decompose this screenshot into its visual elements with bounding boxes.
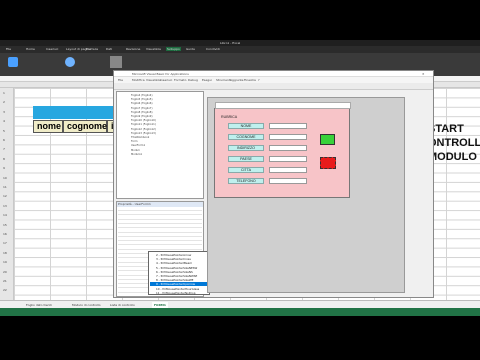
vba-title: Microsoft Visual Basic for Applications (132, 72, 189, 76)
ribbon-tab[interactable]: Dati (106, 47, 112, 51)
property-row-divider (118, 222, 202, 224)
label-nome: NOME (228, 123, 264, 129)
vba-menu-item[interactable]: ? (258, 78, 260, 82)
label-citta: CITTA (228, 167, 264, 173)
insert-controls-icon[interactable] (110, 56, 122, 68)
project-explorer[interactable]: Foglio4 (Foglio4) Foglio5 (Foglio5) Foglio… (116, 91, 204, 199)
textbox-telefono[interactable] (269, 178, 307, 184)
row-headers: 1 2 3 4 5 6 7 8 9 10 11 12 13 14 15 16 17 18 19 20 21 22 (0, 88, 14, 300)
vba-menu-item[interactable]: Esegui (202, 78, 212, 82)
vba-menu-item[interactable]: Modifica (132, 78, 145, 82)
row-number[interactable]: 16 (3, 232, 7, 236)
row-number[interactable]: 10 (3, 176, 7, 180)
note-line-3: MODULO (428, 151, 477, 163)
vba-toolbar (114, 83, 433, 90)
ribbon-tab[interactable]: Visualizza (146, 47, 161, 51)
ribbon-tab[interactable]: File (6, 47, 11, 51)
ribbon-tab[interactable]: Inserisci (46, 47, 58, 51)
property-row-divider (118, 214, 202, 216)
vba-menu-item[interactable]: Finestra (244, 78, 256, 82)
vba-menu-item[interactable]: Debug (188, 78, 198, 82)
status-bar (0, 308, 480, 316)
note-line-1: START (428, 123, 464, 135)
red-button[interactable] (320, 157, 336, 169)
label-indirizzo: INDIRIZZO (228, 145, 264, 151)
vba-menu-item[interactable]: Visualizza (146, 78, 161, 82)
property-row-divider (118, 248, 202, 250)
textbox-paese[interactable] (269, 156, 307, 162)
row-number[interactable]: 1 (3, 91, 5, 95)
ribbon-tab[interactable]: Guida (186, 47, 195, 51)
green-button[interactable] (320, 134, 335, 145)
vba-editor-window: Microsoft Visual Basic for Applications … (113, 70, 434, 298)
property-row-divider (118, 244, 202, 246)
visual-basic-icon[interactable] (8, 57, 18, 67)
row-number[interactable]: 15 (3, 223, 7, 227)
add-ins-icon[interactable] (65, 57, 75, 67)
props-title: Proprietà - UserForm1 (118, 202, 151, 206)
note-line-2: ONTROLLO (428, 137, 480, 149)
dropdown-option[interactable]: 11 - fmMousePointerNoDrop (150, 291, 210, 295)
textbox-indirizzo[interactable] (269, 145, 307, 151)
row-number[interactable]: 7 (3, 147, 5, 151)
label-cognome: COGNOME (228, 134, 264, 140)
textbox-nome[interactable] (269, 123, 307, 129)
close-icon[interactable]: ✕ (422, 72, 425, 76)
row-number[interactable]: 12 (3, 194, 7, 198)
sheet-tabs: Foglio dati clienti Modulo di controllo … (0, 300, 480, 308)
ribbon-tab[interactable]: Sviluppo (166, 47, 181, 51)
row-number[interactable]: 6 (3, 138, 5, 142)
vba-menu-item[interactable]: Strumenti (216, 78, 231, 82)
form-caption: RUBRICA (221, 115, 238, 119)
textbox-cognome[interactable] (269, 134, 307, 140)
ribbon-tab[interactable]: Condividi (206, 47, 220, 51)
row-number[interactable]: 17 (3, 241, 7, 245)
label-telefono: TELEFONO (228, 178, 264, 184)
row-number[interactable]: 2 (3, 100, 5, 104)
ribbon-tab[interactable]: Home (26, 47, 35, 51)
row-number[interactable]: 8 (3, 157, 5, 161)
row-number[interactable]: 20 (3, 270, 7, 274)
row-number[interactable]: 3 (3, 110, 5, 114)
property-row-divider (118, 210, 202, 211)
row-number[interactable]: 4 (3, 119, 5, 123)
property-row-divider (118, 240, 202, 242)
project-tree-item[interactable]: Modulo1 (131, 153, 142, 157)
screen: Libro1 - Excel File Home Inserisci Layout d… (0, 40, 480, 316)
property-row-divider (118, 227, 202, 229)
property-row-divider (118, 218, 202, 220)
header-cell-cognome[interactable]: cognome (63, 120, 107, 133)
excel-ribbon-tabs: File Home Inserisci Layout di pagina Formule… (0, 46, 480, 53)
userform-title-bar (215, 102, 351, 109)
props-title-bar: Proprietà - UserForm1 (117, 202, 203, 207)
row-number[interactable]: 21 (3, 279, 7, 283)
form-designer-window: RUBRICA NOME COGNOME INDIRIZZO PAESE CIT… (207, 97, 405, 293)
row-number[interactable]: 19 (3, 260, 7, 264)
start-note: START ONTROLLO MODULO (428, 122, 480, 164)
textbox-citta[interactable] (269, 167, 307, 173)
userform-rubrica[interactable]: RUBRICA NOME COGNOME INDIRIZZO PAESE CIT… (214, 102, 351, 198)
vba-menu-item[interactable]: Formato (174, 78, 186, 82)
vba-menu-item[interactable]: Aggiunte (230, 78, 244, 82)
row-number[interactable]: 13 (3, 204, 7, 208)
header-cell-nome[interactable]: nome (33, 120, 63, 133)
excel-title: Libro1 - Excel (220, 41, 241, 45)
property-row-divider (118, 231, 202, 233)
row-number[interactable]: 22 (3, 288, 7, 292)
ribbon-tab[interactable]: Revisione (126, 47, 140, 51)
mousepointer-dropdown[interactable]: 2 - fmMousePointerArrow 3 - fmMousePointe… (148, 251, 210, 295)
row-number[interactable]: 14 (3, 213, 7, 217)
ribbon-tab[interactable]: Formule (86, 47, 98, 51)
vba-menu-item[interactable]: Inserisci (160, 78, 172, 82)
property-row-divider (118, 235, 202, 237)
label-paese: PAESE (228, 156, 264, 162)
row-number[interactable]: 18 (3, 251, 7, 255)
row-number[interactable]: 9 (3, 166, 5, 170)
row-number[interactable]: 5 (3, 129, 5, 133)
vba-menu-item[interactable]: File (118, 78, 123, 82)
row-number[interactable]: 11 (3, 185, 7, 189)
